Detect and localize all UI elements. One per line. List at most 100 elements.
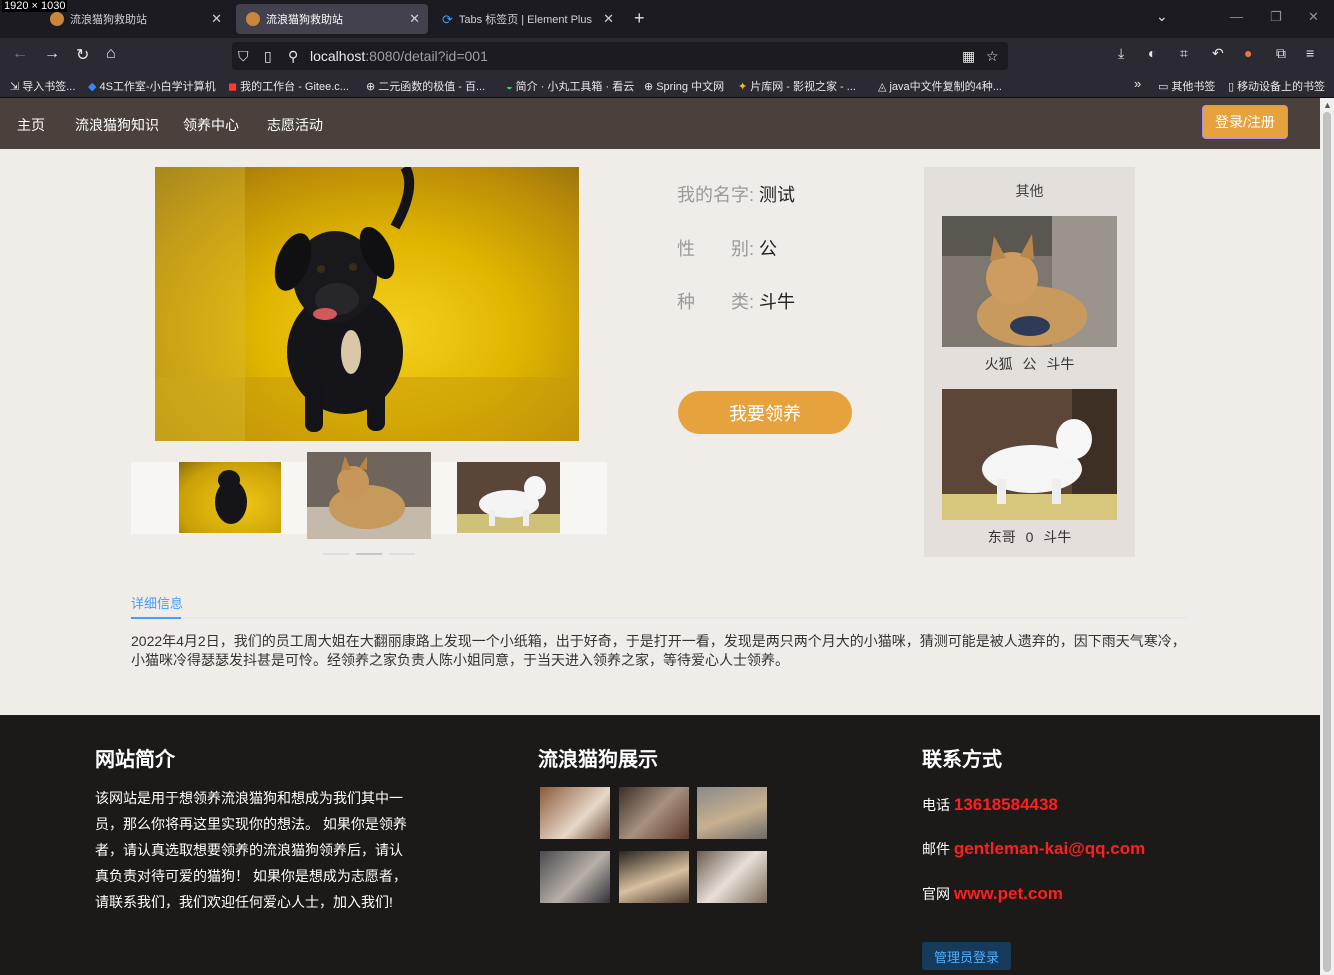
folder-icon: ▭ bbox=[1158, 81, 1169, 93]
nav-knowledge[interactable]: 流浪猫狗知识 bbox=[75, 115, 159, 135]
page-scrollbar[interactable]: ▲ bbox=[1320, 98, 1334, 975]
pet-gender-label: 性 别: bbox=[677, 239, 755, 259]
url-bar[interactable]: ⛉ ▯ ⚲ localhost:8080/detail?id=001 ▦ ☆ bbox=[232, 42, 1008, 70]
scroll-up-icon[interactable]: ▲ bbox=[1323, 100, 1332, 110]
photo-carousel[interactable] bbox=[131, 452, 607, 539]
close-tab-icon[interactable]: ✕ bbox=[409, 11, 420, 27]
window-close-icon[interactable]: ✕ bbox=[1308, 9, 1319, 25]
nav-volunteer[interactable]: 志愿活动 bbox=[267, 115, 323, 135]
mobile-icon: ▯ bbox=[1228, 81, 1235, 93]
reload-icon[interactable]: ↻ bbox=[76, 45, 89, 65]
browser-tab-3[interactable]: ⟳ Tabs 标签页 | Element Plus ✕ bbox=[432, 4, 622, 34]
tab-detail-info[interactable]: 详细信息 bbox=[131, 593, 183, 612]
bookmark-favicon-icon: ◬ bbox=[878, 81, 887, 93]
bookmark-item[interactable]: ⇲ 导入书签... bbox=[10, 78, 75, 94]
admin-login-button[interactable]: 管理员登录 bbox=[922, 942, 1011, 970]
white-dog-photo bbox=[942, 389, 1117, 520]
tan-dog-photo bbox=[942, 216, 1117, 347]
undo-icon[interactable]: ↶ bbox=[1212, 45, 1224, 62]
pet-name-label: 我的名字: bbox=[677, 185, 755, 205]
website-value[interactable]: www.pet.com bbox=[954, 884, 1063, 903]
nav-home[interactable]: 主页 bbox=[17, 115, 45, 135]
bookmark-folder[interactable]: ▯ 移动设备上的书签 bbox=[1228, 78, 1325, 94]
tan-dog-thumb bbox=[307, 452, 431, 539]
bookmark-item[interactable]: ◆ 4S工作室-小白学计算机 bbox=[88, 78, 216, 94]
bookmark-item[interactable]: ⊕ Spring 中文网 bbox=[644, 78, 724, 94]
phone-label: 电话 bbox=[922, 797, 950, 813]
detail-description: 2022年4月2日，我们的员工周大姐在大翻丽康路上发现一个小纸箱，出于好奇，于是… bbox=[131, 633, 1186, 668]
bookmark-favicon-icon: ◆ bbox=[88, 81, 97, 93]
bookmark-item[interactable]: ⊕ 二元函数的极值 - 百... bbox=[366, 78, 485, 94]
pet-breed-label: 种 类: bbox=[677, 292, 755, 312]
pet-name-value: 测试 bbox=[759, 185, 796, 205]
page-icon[interactable]: ▯ bbox=[264, 48, 272, 65]
restore-icon[interactable]: ❐ bbox=[1270, 9, 1282, 25]
other-pet-photo-1[interactable] bbox=[942, 216, 1117, 347]
minimize-icon[interactable]: — bbox=[1230, 9, 1243, 24]
bookmark-item[interactable]: ✦ 片库网 - 影视之家 - ... bbox=[738, 78, 856, 94]
globe-icon: ⊕ bbox=[644, 81, 654, 93]
close-tab-icon[interactable]: ✕ bbox=[211, 11, 222, 27]
extension-icon[interactable]: ◐ bbox=[1148, 45, 1156, 61]
carousel-indicator-2[interactable] bbox=[356, 553, 382, 555]
carousel-indicator-3[interactable] bbox=[389, 553, 415, 555]
gallery-thumb-3[interactable] bbox=[697, 787, 767, 839]
gallery-thumb-1[interactable] bbox=[540, 787, 610, 839]
bookmark-star-icon[interactable]: ☆ bbox=[986, 48, 999, 65]
carousel-thumb-2[interactable] bbox=[307, 452, 431, 539]
globe-icon: ⊕ bbox=[366, 81, 376, 93]
tab-list-chevron-icon[interactable]: ⌄ bbox=[1156, 8, 1168, 25]
pet-breed-value: 斗牛 bbox=[759, 292, 796, 312]
forward-icon[interactable]: → bbox=[44, 45, 60, 63]
gitee-icon: ◼ bbox=[228, 81, 238, 93]
bookmark-folder[interactable]: ▭ 其他书签 bbox=[1158, 78, 1215, 94]
permissions-icon[interactable]: ⚲ bbox=[288, 48, 298, 65]
nav-adoption-center[interactable]: 领养中心 bbox=[183, 115, 239, 135]
close-tab-icon[interactable]: ✕ bbox=[603, 11, 614, 27]
home-icon[interactable]: ⌂ bbox=[106, 45, 116, 63]
gallery-thumb-6[interactable] bbox=[697, 851, 767, 903]
login-register-button[interactable]: 登录/注册 bbox=[1202, 105, 1288, 139]
tab-divider bbox=[131, 617, 1187, 619]
black-dog-thumb bbox=[215, 470, 247, 524]
pet-main-photo bbox=[155, 167, 579, 441]
phone-value[interactable]: 13618584438 bbox=[954, 795, 1058, 814]
site-favicon-icon bbox=[50, 12, 64, 26]
other-pet-photo-2[interactable] bbox=[942, 389, 1117, 520]
email-label: 邮件 bbox=[922, 841, 950, 857]
qr-code-icon[interactable]: ▦ bbox=[962, 48, 975, 65]
gallery-thumb-2[interactable] bbox=[619, 787, 689, 839]
carousel-thumb-3[interactable] bbox=[457, 462, 560, 533]
download-icon[interactable]: ⤓ bbox=[1118, 45, 1124, 62]
profile-icon[interactable]: ● bbox=[1244, 45, 1252, 61]
email-value[interactable]: gentleman-kai@qq.com bbox=[954, 839, 1145, 858]
black-dog-illustration bbox=[155, 167, 579, 441]
menu-icon[interactable]: ≡ bbox=[1306, 45, 1314, 61]
shield-icon[interactable]: ⛉ bbox=[238, 48, 249, 65]
browser-tab-2[interactable]: 流浪猫狗救助站 ✕ bbox=[236, 4, 428, 34]
contact-email: 邮件 gentleman-kai@qq.com bbox=[922, 839, 1145, 859]
carousel-indicator-1[interactable] bbox=[323, 553, 349, 555]
bookmark-item[interactable]: ◼ 我的工作台 - Gitee.c... bbox=[228, 78, 349, 94]
footer-contact-title: 联系方式 bbox=[922, 749, 1002, 771]
scrollbar-thumb[interactable] bbox=[1323, 112, 1331, 972]
carousel-thumb-1[interactable] bbox=[179, 462, 281, 533]
element-plus-favicon-icon: ⟳ bbox=[442, 12, 453, 27]
other-pets-title: 其他 bbox=[1015, 183, 1044, 199]
footer-gallery-title: 流浪猫狗展示 bbox=[538, 749, 658, 771]
gallery-thumb-4[interactable] bbox=[540, 851, 610, 903]
url-text[interactable]: localhost:8080/detail?id=001 bbox=[310, 48, 488, 64]
pet-name-row: 我的名字: 测试 bbox=[677, 181, 795, 207]
more-bookmarks-icon[interactable]: » bbox=[1134, 76, 1141, 91]
bookmark-item[interactable]: ◒ 简介 · 小丸工具箱 · 看云 bbox=[506, 78, 634, 94]
browser-tab-1[interactable]: 流浪猫狗救助站 ✕ bbox=[40, 4, 230, 34]
bookmark-item[interactable]: ◬ java中文件复制的4种... bbox=[878, 78, 1002, 94]
extensions-icon[interactable]: ⧉ bbox=[1276, 45, 1286, 62]
gallery-thumb-5[interactable] bbox=[619, 851, 689, 903]
adopt-button[interactable]: 我要领养 bbox=[678, 391, 852, 434]
browser-nav-bar: ← → ↻ ⌂ ⛉ ▯ ⚲ localhost:8080/detail?id=0… bbox=[0, 38, 1334, 74]
back-icon[interactable]: ← bbox=[12, 45, 28, 63]
crop-icon[interactable]: ⌗ bbox=[1180, 45, 1188, 62]
new-tab-icon[interactable]: + bbox=[634, 8, 645, 29]
tab-title: Tabs 标签页 | Element Plus bbox=[458, 14, 592, 26]
